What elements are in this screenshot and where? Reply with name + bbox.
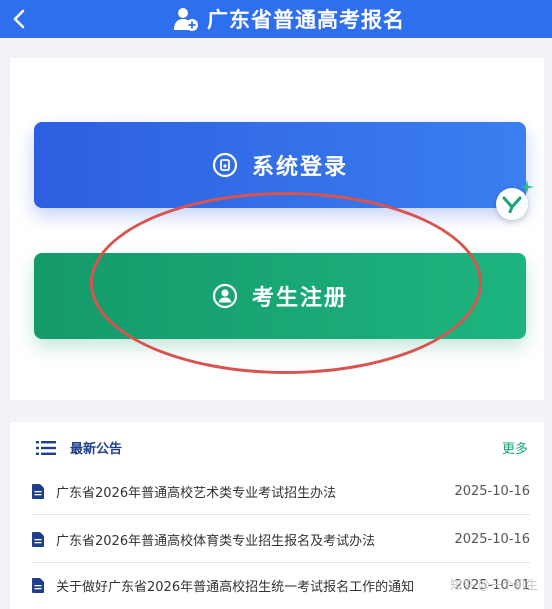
document-icon [32,577,44,593]
more-link[interactable]: 更多 [502,438,528,457]
news-item-date: 2025-10-16 [454,531,530,547]
watermark-text: 知乎 @一个机生 [450,578,538,592]
login-button[interactable]: 系统登录 [34,122,526,208]
header-title-group: 广东省普通高考报名 [173,4,405,34]
news-item-title: 广东省2026年普通高校艺术类专业考试招生办法 [56,485,337,501]
app-header: 广东省普通高考报名 [0,0,552,38]
assistant-logo-icon [502,196,522,213]
news-item[interactable]: 广东省2026年普通高校体育类专业招生报名及考试办法 2025-10-16 [32,516,530,562]
back-button[interactable] [6,4,32,34]
news-item[interactable]: 广东省2026年普通高校艺术类专业考试招生办法 2025-10-16 [32,468,530,514]
document-icon [32,483,44,499]
user-add-icon [173,6,199,32]
chevron-left-icon [13,9,25,29]
news-item-date: 2025-10-16 [454,483,530,499]
list-icon [36,440,56,456]
register-button-label: 考生注册 [251,286,348,311]
document-icon [32,531,44,547]
sparkle-icon [520,180,534,194]
news-item-title: 广东省2026年普通高校体育类专业招生报名及考试办法 [56,533,376,549]
login-button-label: 系统登录 [251,155,348,180]
news-section-title: 最新公告 [70,442,123,457]
login-badge-icon [212,152,238,178]
page-title: 广东省普通高考报名 [207,8,405,32]
register-button[interactable]: 考生注册 [34,253,526,339]
news-header: 最新公告 [36,438,122,457]
user-circle-icon [212,283,238,309]
action-card: 系统登录 考生注册 [10,58,544,400]
news-item-title: 关于做好广东省2026年普通高校招生统一考试报名工作的通知 [56,579,415,595]
divider [32,514,530,515]
